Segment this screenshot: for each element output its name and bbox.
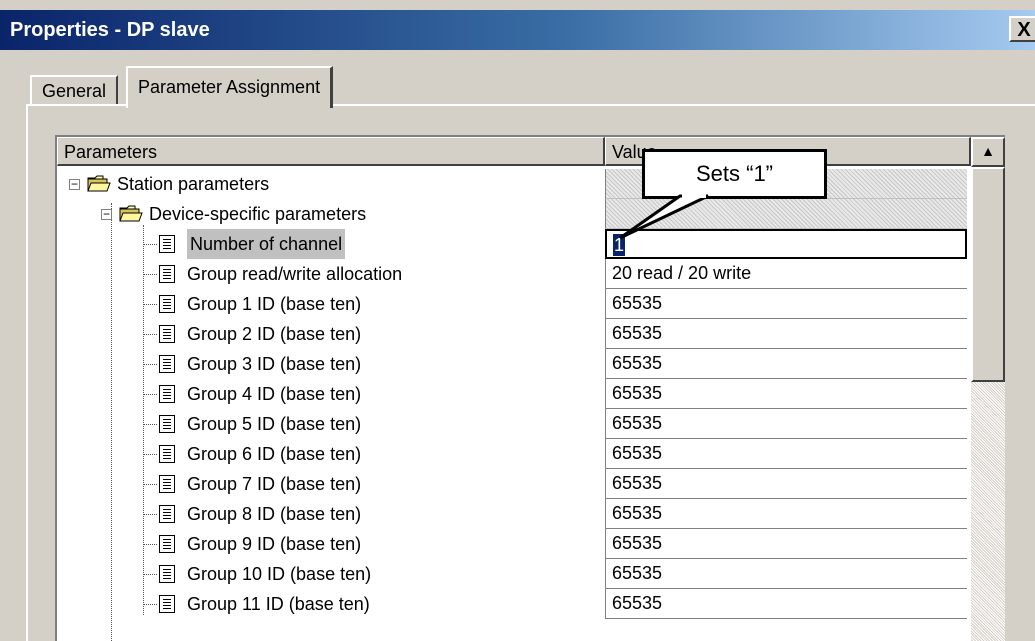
parameter-document-icon	[159, 565, 175, 583]
value-cell[interactable]: 65535	[605, 319, 967, 349]
tab-general[interactable]: General	[30, 75, 119, 106]
tree-line	[143, 424, 157, 425]
parameter-row[interactable]: Group 11 ID (base ten) 65535	[57, 589, 971, 619]
window-title: Properties - DP slave	[10, 19, 210, 41]
properties-dialog: Properties - DP slave X General Paramete…	[0, 0, 1035, 641]
parameter-label: Group 4 ID (base ten)	[187, 384, 362, 404]
tree-line	[143, 454, 157, 455]
parameter-document-icon	[159, 295, 175, 313]
title-bar[interactable]: Properties - DP slave X	[0, 10, 1035, 50]
scroll-up-button[interactable]: ▲	[971, 137, 1005, 167]
parameter-row[interactable]: Group 2 ID (base ten) 65535	[57, 319, 971, 349]
scroll-thumb[interactable]	[971, 167, 1005, 382]
parameter-label: Group 1 ID (base ten)	[187, 294, 362, 314]
parameter-table: Parameters Value − Station parameters − Dev…	[55, 135, 1005, 641]
selected-value-text[interactable]: 1	[613, 234, 626, 256]
tree-node[interactable]: − Device-specific parameters	[57, 199, 971, 229]
parameter-label: Group read/write allocation	[187, 264, 403, 284]
value-cell-disabled	[605, 199, 967, 229]
parameter-label: Group 8 ID (base ten)	[187, 504, 362, 524]
parameter-document-icon	[159, 445, 175, 463]
parameter-label: Number of channel	[187, 229, 346, 259]
tree-line	[143, 484, 157, 485]
parameter-row[interactable]: Group read/write allocation 20 read / 20 …	[57, 259, 971, 289]
parameter-row[interactable]: Group 4 ID (base ten) 65535	[57, 379, 971, 409]
collapse-toggle-icon[interactable]: −	[69, 178, 80, 190]
parameter-label: Group 9 ID (base ten)	[187, 534, 362, 554]
value-cell[interactable]: 65535	[605, 379, 967, 409]
parameter-row[interactable]: Number of channel 1	[57, 229, 971, 259]
value-cell[interactable]: 65535	[605, 439, 967, 469]
value-cell[interactable]: 65535	[605, 289, 967, 319]
folder-open-icon	[119, 205, 143, 222]
value-cell[interactable]: 65535	[605, 559, 967, 589]
tree-line	[143, 304, 157, 305]
callout-annotation: Sets “1”	[642, 149, 827, 199]
tree-line	[143, 544, 157, 545]
parameter-label: Group 10 ID (base ten)	[187, 564, 372, 584]
value-cell[interactable]: 65535	[605, 529, 967, 559]
tab-parameter-assignment[interactable]: Parameter Assignment	[126, 66, 334, 108]
parameter-document-icon	[159, 265, 175, 283]
parameter-document-icon	[159, 475, 175, 493]
tree-node[interactable]: − Station parameters	[57, 169, 971, 199]
parameter-row[interactable]: Group 9 ID (base ten) 65535	[57, 529, 971, 559]
parameter-document-icon	[159, 415, 175, 433]
parameter-label: Group 7 ID (base ten)	[187, 474, 362, 494]
parameter-row[interactable]: Group 1 ID (base ten) 65535	[57, 289, 971, 319]
parameter-label: Group 5 ID (base ten)	[187, 414, 362, 434]
parameter-row[interactable]: Group 10 ID (base ten) 65535	[57, 559, 971, 589]
tree-line	[143, 274, 157, 275]
value-cell[interactable]: 65535	[605, 469, 967, 499]
tree-line	[143, 334, 157, 335]
value-cell[interactable]: 65535	[605, 349, 967, 379]
tree-line	[143, 364, 157, 365]
tree-line	[143, 514, 157, 515]
parameter-document-icon	[159, 535, 175, 553]
close-button[interactable]: X	[1009, 16, 1035, 42]
value-cell[interactable]: 65535	[605, 409, 967, 439]
parameter-document-icon	[159, 355, 175, 373]
parameter-document-icon	[159, 235, 175, 253]
parameter-label: Station parameters	[117, 174, 270, 194]
parameter-label: Group 6 ID (base ten)	[187, 444, 362, 464]
value-cell[interactable]: 65535	[605, 499, 967, 529]
parameter-document-icon	[159, 325, 175, 343]
parameter-document-icon	[159, 595, 175, 613]
tree-line	[143, 604, 157, 605]
parameter-document-icon	[159, 505, 175, 523]
tree-line	[143, 574, 157, 575]
parameter-label: Group 2 ID (base ten)	[187, 324, 362, 344]
tree-line	[143, 244, 157, 245]
vertical-scrollbar[interactable]: ▲	[971, 137, 1005, 641]
parameter-row[interactable]: Group 5 ID (base ten) 65535	[57, 409, 971, 439]
parameter-label: Device-specific parameters	[149, 204, 367, 224]
tree-line	[143, 394, 157, 395]
parameter-label: Group 3 ID (base ten)	[187, 354, 362, 374]
column-header-parameters[interactable]: Parameters	[57, 137, 605, 166]
folder-open-icon	[87, 175, 111, 192]
parameter-row[interactable]: Group 8 ID (base ten) 65535	[57, 499, 971, 529]
parameter-row[interactable]: Group 7 ID (base ten) 65535	[57, 469, 971, 499]
collapse-toggle-icon[interactable]: −	[101, 208, 112, 220]
value-input-active[interactable]: 1	[605, 229, 967, 259]
parameter-document-icon	[159, 385, 175, 403]
parameter-row[interactable]: Group 6 ID (base ten) 65535	[57, 439, 971, 469]
tab-strip: General Parameter Assignment	[0, 50, 1035, 108]
value-cell[interactable]: 65535	[605, 589, 967, 619]
parameter-row[interactable]: Group 3 ID (base ten) 65535	[57, 349, 971, 379]
value-cell[interactable]: 20 read / 20 write	[605, 259, 967, 289]
parameter-label: Group 11 ID (base ten)	[187, 594, 370, 614]
